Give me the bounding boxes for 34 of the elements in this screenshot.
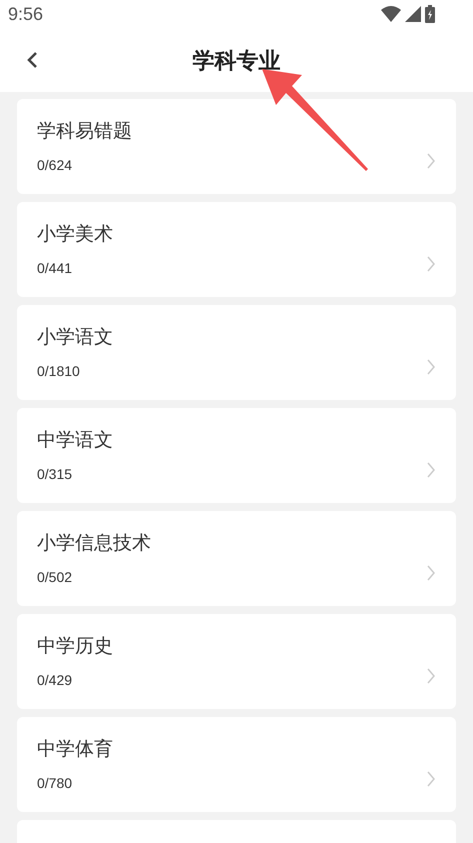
list-card[interactable]: 小学美术 0/441	[17, 202, 456, 297]
list-card[interactable]: 中学历史 0/429	[17, 614, 456, 709]
progress-count: 0/429	[37, 670, 74, 688]
chevron-right-icon	[426, 358, 436, 376]
progress-count: 0/315	[37, 464, 74, 482]
chevron-right-icon	[426, 770, 436, 788]
list-card[interactable]: 学科易错题 0/624	[17, 99, 456, 194]
chevron-right-icon	[426, 254, 436, 272]
progress-count: 0/441	[37, 258, 74, 276]
back-icon	[26, 51, 38, 69]
progress-count: 0/624	[37, 156, 74, 174]
chevron-right-icon	[426, 152, 436, 170]
subject-name: 小学信息技术	[37, 532, 152, 556]
chevron-right-icon	[426, 564, 436, 582]
subject-name: 中学语文	[37, 428, 114, 452]
battery-icon	[425, 5, 435, 23]
chevron-right-icon	[426, 666, 436, 684]
signal-icon	[405, 6, 421, 22]
subject-name: 小学美术	[37, 222, 114, 246]
status-time: 9:56	[8, 2, 44, 26]
wifi-icon	[381, 6, 401, 22]
progress-count: 0/502	[37, 568, 74, 586]
subject-name: 学科易错题	[37, 120, 133, 144]
subject-name: 中学历史	[37, 634, 114, 658]
progress-count: 0/1810	[37, 362, 81, 380]
list-card[interactable]: 小学语文 0/1810	[17, 305, 456, 400]
list-card[interactable]: 小学信息技术 0/502	[17, 511, 456, 606]
subject-name: 中学体育	[37, 738, 114, 762]
page-title: 学科专业	[192, 46, 280, 74]
progress-count: 0/780	[37, 774, 74, 792]
chevron-right-icon	[426, 460, 436, 478]
list-card[interactable]: 中学语文 0/315	[17, 408, 456, 503]
list-card[interactable]: 中学体育 0/780	[17, 717, 456, 812]
subject-name: 小学语文	[37, 326, 114, 350]
